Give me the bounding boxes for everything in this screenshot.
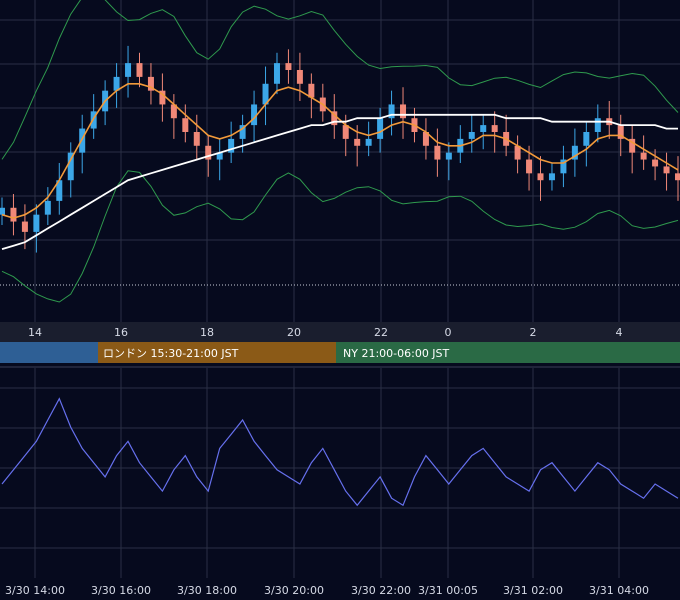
price-axis-tick-0: 0 [445,326,452,339]
time-axis-tick: 3/30 20:00 [264,584,324,597]
candle-body [365,138,372,146]
price-axis-tick-4: 4 [616,326,623,339]
session-tokyo-bar [0,342,98,363]
price-axis-tick-20: 20 [287,326,301,339]
price-axis-tick-16: 16 [114,326,128,339]
price-axis-tick-18: 18 [200,326,214,339]
candle-body [182,118,189,132]
time-axis-tick: 3/30 22:00 [351,584,411,597]
candle-body [33,214,40,232]
time-axis-tick: 3/30 18:00 [177,584,237,597]
candle-body [21,221,28,232]
session-london-label: ロンドン 15:30-21:00 JST [103,347,239,360]
price-chart[interactable]: 14 16 18 20 22 0 2 4 ロンドン 15:30-21:00 JST NY 21… [0,0,680,600]
candle-body [193,132,200,146]
candle-body [675,173,680,181]
candle-body [285,63,292,70]
candle-body [10,207,17,222]
time-axis-tick: 3/31 02:00 [503,584,563,597]
candle-body [594,118,601,132]
candle-body [136,63,143,77]
candle-body [652,159,659,167]
candle-body [537,173,544,181]
candle-body [468,132,475,139]
candle-body [491,125,498,132]
candle-body [79,128,86,153]
time-axis-tick: 3/30 14:00 [5,584,65,597]
candle-body [526,159,533,174]
candle-body [125,63,132,77]
candle-body [663,166,670,174]
price-axis-tick-2: 2 [530,326,537,339]
time-axis-tick: 3/31 00:05 [418,584,478,597]
candle-body [273,63,280,84]
candle-body [583,132,590,146]
candle-body [548,173,555,181]
time-axis-tick: 3/31 04:00 [589,584,649,597]
candle-body [354,138,361,146]
price-axis-tick-22: 22 [374,326,388,339]
price-axis-tick-14: 14 [28,326,42,339]
candle-body [0,207,5,215]
chart-background [0,0,680,600]
candle-body [400,104,407,119]
candle-body [640,152,647,160]
candle-body [44,200,51,215]
candle-body [377,118,384,139]
candle-body [434,145,441,160]
candle-body [296,70,303,84]
candle-body [445,152,452,160]
candle-body [480,125,487,132]
time-axis-tick: 3/30 16:00 [91,584,151,597]
session-ny-label: NY 21:00-06:00 JST [343,347,450,360]
price-axis-strip [0,322,680,342]
